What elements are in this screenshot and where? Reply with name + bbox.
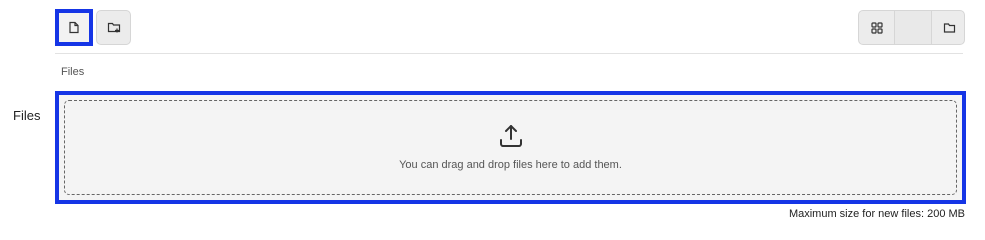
dropzone-dashed-area[interactable]: You can drag and drop files here to add …: [64, 100, 957, 195]
upload-icon: [498, 123, 524, 149]
add-file-button[interactable]: [55, 9, 93, 46]
file-icon: [68, 21, 80, 34]
folder-view-button[interactable]: [932, 11, 964, 44]
max-size-note: Maximum size for new files: 200 MB: [788, 208, 965, 220]
folder-icon: [943, 22, 956, 34]
grid-view-button[interactable]: [859, 11, 895, 44]
toolbar-divider: [55, 53, 963, 54]
add-folder-button[interactable]: [96, 10, 131, 45]
breadcrumb[interactable]: Files: [61, 66, 84, 78]
file-dropzone[interactable]: You can drag and drop files here to add …: [55, 91, 966, 204]
view-switcher: [858, 10, 965, 45]
list-view-button[interactable]: [895, 11, 932, 44]
dropzone-hint: You can drag and drop files here to add …: [399, 159, 622, 171]
grid-icon: [870, 21, 883, 34]
folder-plus-icon: [107, 21, 121, 34]
field-label: Files: [13, 108, 41, 123]
